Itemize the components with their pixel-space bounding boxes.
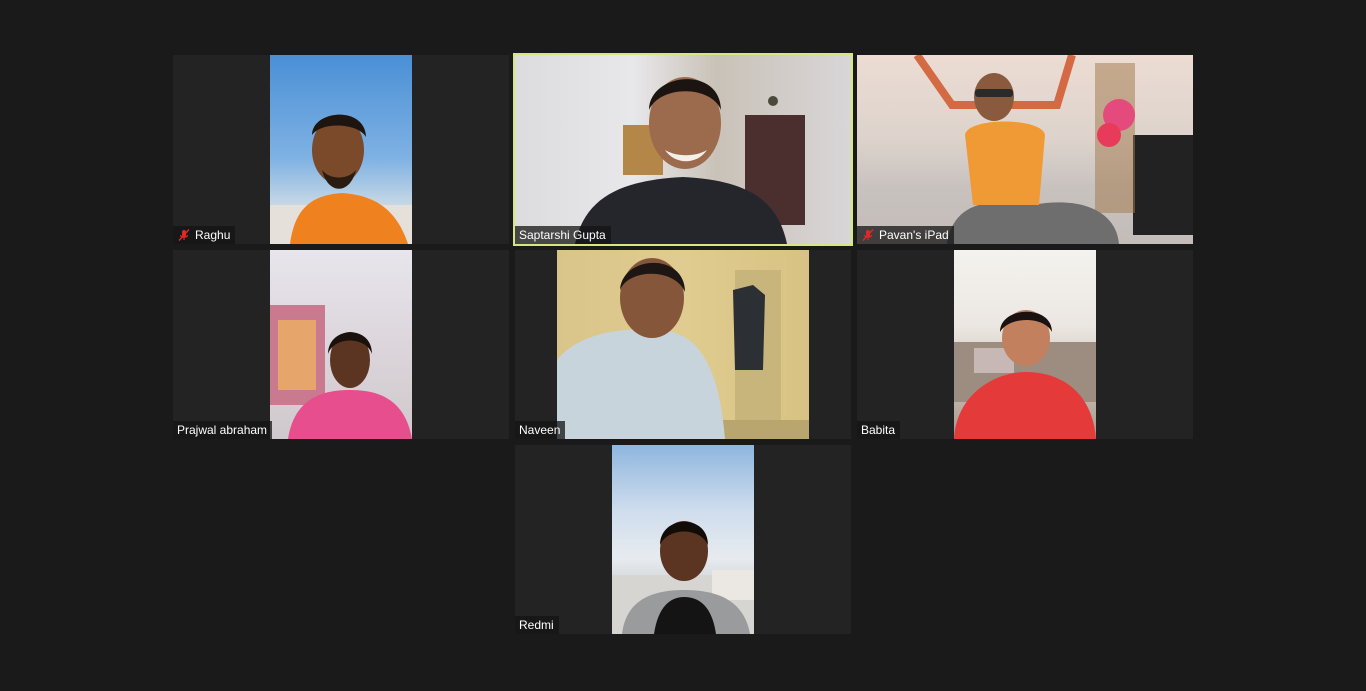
- gallery-view: Raghu Saptarshi Gupta Pavan's iPad Prajw…: [0, 0, 1366, 691]
- participant-name-tag: Naveen: [515, 421, 566, 439]
- participant-name: Raghu: [195, 228, 231, 242]
- participant-name-tag: Raghu: [173, 226, 236, 244]
- video-tile-redmi[interactable]: Redmi: [515, 445, 851, 634]
- video-feed: [270, 250, 412, 439]
- participant-name: Naveen: [519, 423, 561, 437]
- participant-silhouette: [913, 55, 1193, 244]
- participant-name-tag: Babita: [857, 421, 901, 439]
- participant-name: Redmi: [519, 618, 554, 632]
- participant-silhouette: [954, 310, 1096, 439]
- mic-muted-icon: [862, 229, 874, 241]
- video-feed: [612, 445, 754, 634]
- video-feed: [954, 250, 1096, 439]
- participant-silhouette: [557, 258, 809, 439]
- video-tile-prajwal-abraham[interactable]: Prajwal abraham: [173, 250, 509, 439]
- video-tile-naveen[interactable]: Naveen: [515, 250, 851, 439]
- participant-name-tag: Saptarshi Gupta: [515, 226, 611, 244]
- mic-muted-icon: [178, 229, 190, 241]
- video-feed: [857, 55, 1193, 244]
- participant-name-tag: Pavan's iPad: [857, 226, 954, 244]
- video-feed: [515, 55, 851, 244]
- video-tile-saptarshi-gupta[interactable]: Saptarshi Gupta: [513, 53, 853, 246]
- participant-name-tag: Prajwal abraham: [173, 421, 273, 439]
- participant-name: Saptarshi Gupta: [519, 228, 606, 242]
- participant-silhouette: [270, 305, 412, 439]
- participant-name: Pavan's iPad: [879, 228, 949, 242]
- video-tile-babita[interactable]: Babita: [857, 250, 1193, 439]
- participant-silhouette: [270, 114, 412, 244]
- participant-silhouette: [575, 77, 805, 244]
- participant-name: Babita: [861, 423, 896, 437]
- video-feed: [557, 250, 809, 439]
- video-tile-raghu[interactable]: Raghu: [173, 55, 509, 244]
- video-feed: [270, 55, 412, 244]
- participant-name-tag: Redmi: [515, 616, 559, 634]
- participant-silhouette: [612, 521, 754, 634]
- participant-name: Prajwal abraham: [177, 423, 268, 437]
- video-tile-pavans-ipad[interactable]: Pavan's iPad: [857, 55, 1193, 244]
